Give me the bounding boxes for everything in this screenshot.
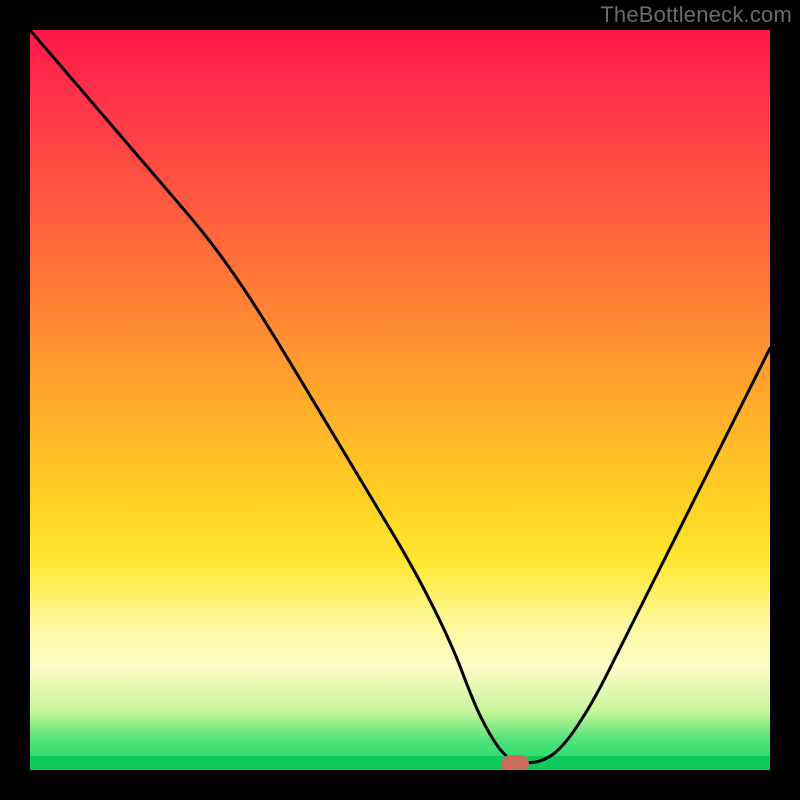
plot-area	[30, 30, 770, 770]
watermark-text: TheBottleneck.com	[600, 2, 792, 28]
bottleneck-curve	[30, 30, 770, 770]
chart-container: TheBottleneck.com	[0, 0, 800, 800]
curve-path	[30, 30, 770, 763]
minimum-marker	[501, 755, 529, 770]
